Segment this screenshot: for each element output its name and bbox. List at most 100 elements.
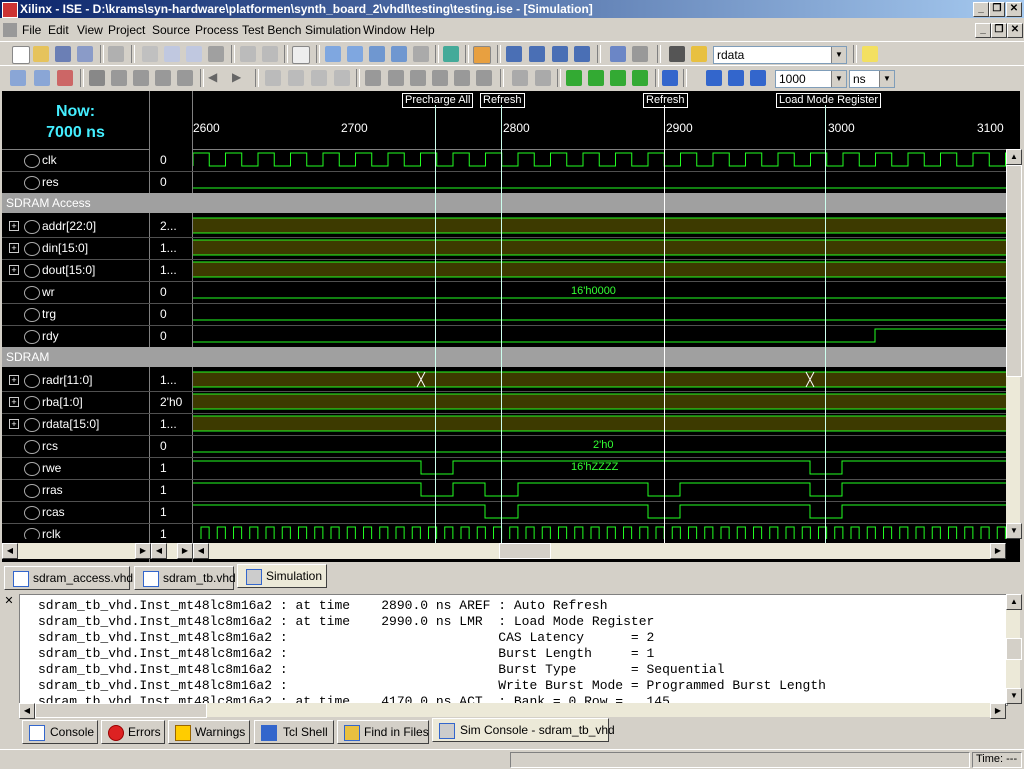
previous-arrow-icon[interactable]: ◀ [208,70,217,84]
tab-warnings[interactable]: Warnings [168,720,250,744]
cursor-line[interactable] [664,105,665,550]
signal-name-cell[interactable]: trg [2,303,149,325]
outdent-icon[interactable] [311,70,327,86]
expand-icon[interactable]: + [9,397,19,407]
cursor-line[interactable] [435,105,436,550]
menu-edit[interactable]: Edit [48,23,69,37]
scroll-right-icon[interactable]: ▶ [135,543,151,559]
signal-name-cell[interactable]: + rba[1:0] [2,391,149,413]
menu-source[interactable]: Source [152,23,190,37]
console-output[interactable]: sdram_tb_vhd.Inst_mt48lc8m16a2 : at time… [19,594,1008,709]
signal-name-cell[interactable]: rras [2,479,149,501]
chevron-down-icon[interactable]: ▼ [831,47,846,63]
mdi-minimize-button[interactable]: _ [975,23,991,38]
scroll-right-icon[interactable]: ▶ [990,703,1006,719]
open-folder-icon[interactable] [33,46,49,62]
redo-icon[interactable] [262,46,278,62]
signal-name-cell[interactable]: + dout[15:0] [2,259,149,281]
context-help-icon[interactable] [632,46,648,62]
time-ruler[interactable]: 2600 2700 2800 2900 3000 3100 Precharge … [193,91,1006,150]
close-button[interactable]: ✕ [1006,2,1022,17]
tab-sim-console[interactable]: Sim Console - sdram_tb_vhd [432,718,615,742]
delete-icon[interactable] [208,46,224,62]
zoom-out-icon[interactable] [347,46,363,62]
refresh-icon[interactable] [443,46,459,62]
hierarchy-clear-icon[interactable] [177,70,193,86]
signal-name-cell[interactable]: + din[15:0] [2,237,149,259]
marker-refresh-2[interactable]: Refresh [643,93,688,108]
menu-project[interactable]: Project [108,23,145,37]
expand-icon[interactable]: + [9,375,19,385]
save-all-icon[interactable] [77,46,93,62]
copy-icon[interactable] [164,46,180,62]
restart-icon[interactable] [512,70,528,86]
menu-help[interactable]: Help [410,23,435,37]
console-vertical-scrollbar[interactable]: ▲ ▼ [1006,594,1022,704]
tab-simulation[interactable]: Simulation [237,564,327,588]
marker-remove-icon[interactable] [432,70,448,86]
signal-name-cell[interactable]: rcas [2,501,149,523]
paste-icon[interactable] [186,46,202,62]
document-icon[interactable] [3,23,17,37]
binoculars-icon[interactable] [669,46,685,62]
chip-icon[interactable] [89,70,105,86]
cursor-line[interactable] [825,105,826,550]
scroll-right-icon[interactable]: ▶ [177,543,193,559]
scroll-thumb[interactable] [35,703,207,718]
clear-markers-icon[interactable] [476,70,492,86]
tab-errors[interactable]: Errors [101,720,165,744]
scroll-right-icon[interactable]: ▶ [990,543,1006,559]
hand-icon[interactable] [454,70,470,86]
hierarchy-add-icon[interactable] [133,70,149,86]
checklist-icon[interactable] [57,70,73,86]
expand-icon[interactable]: + [9,221,19,231]
edit-icon[interactable] [34,70,50,86]
horizontal-scrollbars[interactable]: ◀ ▶ ◀ ▶ ◀ ▶ [2,543,1006,559]
chevron-down-icon[interactable]: ▼ [879,71,894,87]
zoom-full-icon[interactable] [391,46,407,62]
tab-console[interactable]: Console [22,720,98,744]
menu-window[interactable]: Window [363,23,406,37]
menu-view[interactable]: View [77,23,103,37]
menu-test-bench[interactable]: Test Bench [242,23,301,37]
scroll-left-icon[interactable]: ◀ [2,543,18,559]
menu-simulation[interactable]: Simulation [305,23,361,37]
stop-icon[interactable] [535,70,551,86]
step-icon[interactable] [566,70,582,86]
run-icon[interactable] [728,70,744,86]
tab-tcl-shell[interactable]: Tcl Shell [254,720,334,744]
search-combo[interactable]: rdata ▼ [713,46,847,64]
undo-icon[interactable] [240,46,256,62]
zoom-area-icon[interactable] [413,46,429,62]
signal-name-cell[interactable]: rdy [2,325,149,347]
cursor-line[interactable] [501,105,502,550]
run-time-combo[interactable]: 1000 ▼ [775,70,847,88]
comment-icon[interactable] [334,70,350,86]
run-for-time-icon[interactable] [750,70,766,86]
expand-icon[interactable]: + [9,243,19,253]
print-icon[interactable] [108,46,124,62]
signal-name-cell[interactable]: + addr[22:0] [2,215,149,237]
window-icon[interactable] [574,46,590,62]
scroll-up-icon[interactable]: ▲ [1006,594,1022,610]
scroll-left-icon[interactable]: ◀ [193,543,209,559]
hammer-icon[interactable] [473,46,491,64]
signal-name-cell[interactable]: wr [2,281,149,303]
cut-icon[interactable] [142,46,158,62]
scroll-thumb[interactable] [1006,165,1022,377]
marker-add-icon[interactable] [365,70,381,86]
restart-simulation-icon[interactable] [662,70,678,86]
maximize-button[interactable]: ❐ [989,2,1005,17]
new-file-icon[interactable] [12,46,30,64]
hierarchy-icon[interactable] [111,70,127,86]
vertical-scrollbar[interactable]: ▲ ▼ [1006,149,1022,539]
time-unit-combo[interactable]: ns ▼ [849,70,895,88]
expand-icon[interactable]: + [9,419,19,429]
marker-refresh-1[interactable]: Refresh [480,93,525,108]
indent-icon[interactable] [288,70,304,86]
wrench-icon[interactable] [610,46,626,62]
scroll-left-icon[interactable]: ◀ [19,703,35,719]
minimize-button[interactable]: _ [973,2,989,17]
step-into-icon[interactable] [588,70,604,86]
signal-name-cell[interactable]: + radr[11:0] [2,369,149,391]
